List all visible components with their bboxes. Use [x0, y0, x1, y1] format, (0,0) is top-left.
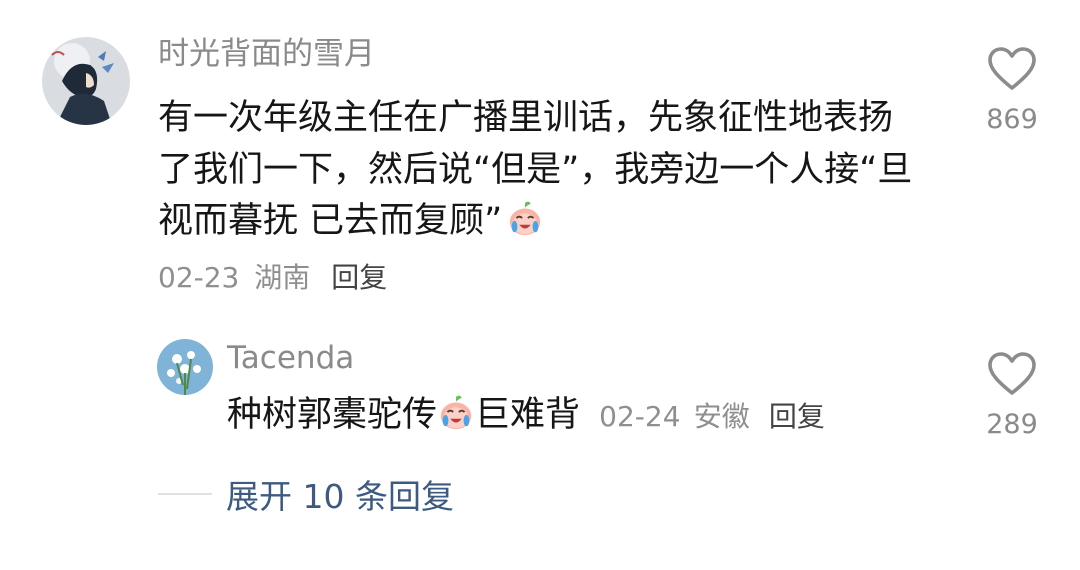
flower-avatar-icon	[157, 339, 213, 395]
reply-avatar[interactable]	[157, 339, 213, 395]
reply-text-after: 巨难背	[475, 395, 581, 435]
crying-laughing-sticker-icon	[506, 200, 544, 238]
heart-outline-icon	[988, 47, 1036, 90]
comment-username[interactable]: 时光背面的雪月	[158, 39, 375, 70]
expand-divider	[158, 493, 212, 495]
comment-meta: 02-23 湖南 回复	[158, 264, 387, 292]
crying-laughing-sticker-icon	[437, 394, 475, 432]
heart-outline-icon	[988, 352, 1036, 395]
reply-like-count: 289	[986, 409, 1038, 440]
reply-text-before: 种树郭橐驼传	[227, 395, 438, 435]
reply-username[interactable]: Tacenda	[227, 343, 354, 374]
expand-replies-button[interactable]: 展开 10 条回复	[158, 474, 454, 516]
comment-like-button[interactable]: 869	[972, 46, 1052, 133]
user-avatar-illustration-icon	[42, 37, 130, 125]
reply-location: 安徽	[693, 400, 750, 433]
comment-location: 湖南	[254, 261, 311, 294]
comment-date: 02-23	[158, 261, 240, 294]
reply-like-button[interactable]: 289	[972, 351, 1052, 438]
reply-reply-button[interactable]: 回复	[769, 400, 825, 433]
comment-body: 有一次年级主任在广播里训话，先象征性地表扬了我们一下，然后说“但是”，我旁边一个…	[158, 93, 918, 248]
user-avatar[interactable]	[42, 37, 130, 125]
reply-body: 种树郭橐驼传 巨难背 02-24 安徽 回复	[227, 390, 927, 443]
comment-like-count: 869	[986, 104, 1038, 135]
reply-date: 02-24	[599, 400, 681, 433]
expand-replies-label: 展开 10 条回复	[226, 477, 454, 516]
comment-reply-button[interactable]: 回复	[331, 261, 387, 294]
